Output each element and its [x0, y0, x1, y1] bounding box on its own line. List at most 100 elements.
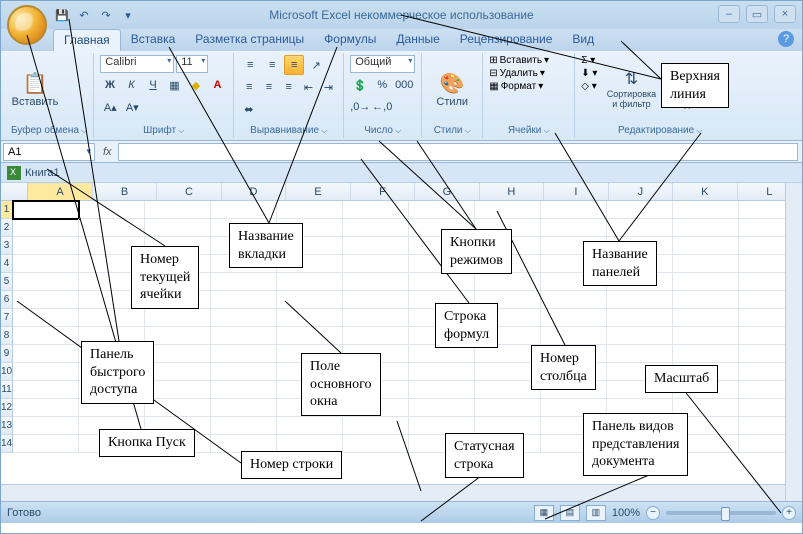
cell[interactable] [673, 255, 739, 273]
number-format-select[interactable]: Общий [350, 55, 415, 73]
tab-data[interactable]: Данные [386, 29, 449, 51]
col-header-k[interactable]: K [673, 183, 737, 200]
row-header-3[interactable]: 3 [1, 237, 13, 255]
redo-icon[interactable]: ↷ [97, 6, 115, 24]
font-name-select[interactable]: Calibri [100, 55, 174, 73]
view-break-button[interactable]: ▥ [586, 505, 606, 521]
col-header-e[interactable]: E [286, 183, 350, 200]
cell[interactable] [145, 345, 211, 363]
cell[interactable] [277, 327, 343, 345]
cell[interactable] [673, 219, 739, 237]
grow-font-button[interactable]: A▴ [100, 97, 120, 117]
cell[interactable] [343, 291, 409, 309]
cell[interactable] [343, 219, 409, 237]
col-header-c[interactable]: C [157, 183, 221, 200]
col-header-b[interactable]: B [93, 183, 157, 200]
align-center-button[interactable]: ≡ [260, 77, 278, 97]
cell[interactable] [343, 417, 409, 435]
cell[interactable] [673, 237, 739, 255]
cell[interactable] [409, 399, 475, 417]
percent-button[interactable]: % [372, 75, 392, 95]
col-header-a[interactable]: A [28, 183, 92, 200]
tab-home[interactable]: Главная [53, 29, 121, 51]
sort-filter-button[interactable]: ⇅ Сортировка и фильтр [601, 55, 661, 123]
row-header-12[interactable]: 12 [1, 399, 13, 417]
cell[interactable] [673, 345, 739, 363]
row-header-4[interactable]: 4 [1, 255, 13, 273]
cell[interactable] [673, 327, 739, 345]
cell[interactable] [277, 417, 343, 435]
cell[interactable] [607, 291, 673, 309]
row-header-9[interactable]: 9 [1, 345, 13, 363]
cell[interactable] [409, 381, 475, 399]
tab-view[interactable]: Вид [562, 29, 604, 51]
tab-insert[interactable]: Вставка [121, 29, 186, 51]
zoom-slider[interactable] [666, 511, 776, 515]
cell[interactable] [607, 327, 673, 345]
comma-button[interactable]: 000 [394, 75, 414, 95]
row-header-7[interactable]: 7 [1, 309, 13, 327]
row-header-2[interactable]: 2 [1, 219, 13, 237]
horizontal-scrollbar[interactable] [1, 484, 785, 501]
cell[interactable] [13, 417, 79, 435]
cell[interactable] [475, 399, 541, 417]
cell[interactable] [673, 291, 739, 309]
indent-dec-button[interactable]: ⇤ [300, 77, 318, 97]
col-header-f[interactable]: F [351, 183, 415, 200]
cell[interactable] [13, 255, 79, 273]
cell[interactable] [211, 399, 277, 417]
row-header-13[interactable]: 13 [1, 417, 13, 435]
align-left-button[interactable]: ≡ [240, 77, 258, 97]
underline-button[interactable]: Ч [143, 75, 163, 95]
qat-more-icon[interactable]: ▾ [119, 6, 137, 24]
cell[interactable] [673, 309, 739, 327]
cell[interactable] [277, 291, 343, 309]
styles-button[interactable]: 🎨 Стили [428, 55, 476, 123]
cell[interactable] [145, 309, 211, 327]
cell[interactable] [211, 273, 277, 291]
cell[interactable] [607, 309, 673, 327]
cell[interactable] [13, 363, 79, 381]
cell-a1[interactable] [13, 201, 79, 219]
cell[interactable] [13, 381, 79, 399]
cell[interactable] [409, 363, 475, 381]
cell[interactable] [277, 273, 343, 291]
formula-input[interactable] [118, 143, 798, 161]
fx-icon[interactable]: fx [97, 146, 118, 158]
orientation-button[interactable]: ↗ [306, 55, 326, 75]
cell[interactable] [13, 219, 79, 237]
undo-icon[interactable]: ↶ [75, 6, 93, 24]
cell[interactable] [343, 255, 409, 273]
cell[interactable] [673, 273, 739, 291]
currency-button[interactable]: 💲 [350, 75, 370, 95]
shrink-font-button[interactable]: A▾ [122, 97, 142, 117]
cell[interactable] [145, 363, 211, 381]
inc-decimal-button[interactable]: ,0→ [350, 97, 370, 117]
align-bottom-button[interactable]: ≡ [284, 55, 304, 75]
row-header-1[interactable]: 1 [1, 201, 13, 219]
cell[interactable] [211, 381, 277, 399]
bold-button[interactable]: Ж [100, 75, 120, 95]
dec-decimal-button[interactable]: ←,0 [372, 97, 392, 117]
zoom-out-button[interactable]: − [646, 506, 660, 520]
tab-page-layout[interactable]: Разметка страницы [185, 29, 314, 51]
select-all-corner[interactable] [1, 183, 28, 200]
view-normal-button[interactable]: ▦ [534, 505, 554, 521]
close-button[interactable]: × [774, 5, 796, 23]
cell[interactable] [13, 237, 79, 255]
office-button[interactable] [7, 5, 47, 45]
merge-button[interactable]: ⬌ [240, 99, 257, 119]
cell[interactable] [13, 309, 79, 327]
cell[interactable] [13, 273, 79, 291]
minimize-button[interactable]: – [718, 5, 740, 23]
col-header-d[interactable]: D [222, 183, 286, 200]
cell[interactable] [277, 309, 343, 327]
border-button[interactable]: ▦ [165, 75, 185, 95]
cell[interactable] [475, 273, 541, 291]
cell[interactable] [211, 363, 277, 381]
cell[interactable] [211, 327, 277, 345]
cell[interactable] [211, 291, 277, 309]
cell[interactable] [79, 219, 145, 237]
align-middle-button[interactable]: ≡ [262, 55, 282, 75]
cell[interactable] [13, 291, 79, 309]
